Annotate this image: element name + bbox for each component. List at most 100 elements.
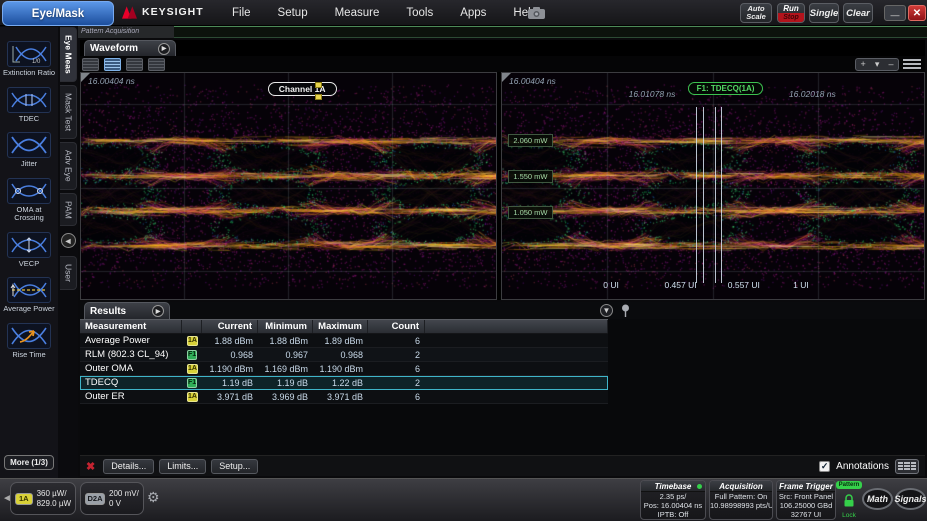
eye-diagram-tdecq[interactable] bbox=[502, 73, 924, 299]
timebase-panel[interactable]: Timebase 2.35 ps/ Pos: 16.00404 ns IPTB:… bbox=[640, 480, 706, 520]
row-max: 0.968 bbox=[313, 348, 368, 361]
sidebar-item-rise-time[interactable]: Rise Time bbox=[0, 323, 58, 360]
run-stop-button[interactable]: Run Stop bbox=[777, 3, 805, 23]
row-name: Outer OMA bbox=[80, 362, 182, 375]
tab-user[interactable]: User bbox=[60, 256, 77, 290]
col-source bbox=[182, 320, 202, 333]
math-button[interactable]: Math bbox=[862, 488, 893, 510]
menu-file[interactable]: File bbox=[232, 7, 251, 19]
table-row-outer-oma[interactable]: Outer OMA 1A 1.190 dBm 1.169 dBm 1.190 d… bbox=[80, 362, 608, 376]
table-row-outer-er[interactable]: Outer ER 1A 3.971 dB 3.969 dB 3.971 dB 6 bbox=[80, 390, 608, 404]
pattern-acquisition-strip: Pattern Acquisition bbox=[78, 26, 927, 38]
row-count: 2 bbox=[368, 348, 425, 361]
annotations-checkbox[interactable]: ✓ bbox=[819, 461, 830, 472]
pin-icon[interactable] bbox=[621, 304, 630, 317]
tab-adv-eye[interactable]: Adv Eye bbox=[60, 142, 77, 190]
layout-single-icon[interactable] bbox=[82, 58, 99, 71]
collapse-results-icon[interactable]: ▼ bbox=[600, 304, 613, 317]
zoom-control[interactable]: + ▾– bbox=[855, 58, 899, 71]
tdecq-window-line[interactable] bbox=[703, 107, 704, 283]
waveform-tab-label: Waveform bbox=[90, 43, 138, 54]
clear-button[interactable]: Clear bbox=[843, 3, 873, 23]
acquisition-pattern: Full Pattern: On bbox=[710, 492, 772, 501]
sidebar-item-oma-at-crossing[interactable]: OMA at Crossing bbox=[0, 178, 58, 223]
layout-split-icon[interactable] bbox=[104, 58, 121, 71]
single-button[interactable]: Single bbox=[809, 3, 839, 23]
acquisition-pts: 10.98998993 pts/UI bbox=[710, 501, 772, 510]
table-row-tdecq[interactable]: TDECQ F1 1.19 dB 1.19 dB 1.22 dB 2 bbox=[80, 376, 608, 390]
sidebar-item-jitter[interactable]: Jitter bbox=[0, 132, 58, 169]
sidebar-item-average-power[interactable]: Average Power bbox=[0, 277, 58, 314]
row-min: 1.19 dB bbox=[258, 376, 313, 389]
menu-measure[interactable]: Measure bbox=[335, 7, 380, 19]
gear-icon[interactable]: ⚙ bbox=[147, 489, 160, 506]
zoom-in-icon[interactable]: + bbox=[861, 59, 866, 69]
layout-grid-icon[interactable] bbox=[148, 58, 165, 71]
row-current: 1.19 dB bbox=[202, 376, 258, 389]
sidebar-item-extinction-ratio[interactable]: 1/0 Extinction Ratio bbox=[0, 41, 58, 78]
ui-axis-label-0: 0 UI bbox=[603, 280, 619, 290]
sidebar-item-tdec[interactable]: TDEC bbox=[0, 87, 58, 124]
waveform-display: 16.00404 ns Channel 1A 16.00404 ns 16.01… bbox=[80, 72, 925, 300]
tdecq-window-line[interactable] bbox=[715, 107, 716, 283]
tdecq-function-badge[interactable]: F1: TDECQ(1A) bbox=[688, 82, 764, 95]
marker-handle-icon[interactable] bbox=[315, 94, 322, 100]
layout-rows-icon[interactable] bbox=[126, 58, 143, 71]
brand-text: KEYSIGHT bbox=[142, 6, 204, 18]
results-tab-row: Results ▶ ▼ bbox=[80, 302, 925, 319]
collapse-sidebar-icon[interactable]: ◄ bbox=[61, 233, 76, 248]
threshold-level-2: 1.550 mW bbox=[508, 170, 552, 183]
table-row-average-power[interactable]: Average Power 1A 1.88 dBm 1.88 dBm 1.89 … bbox=[80, 334, 608, 348]
eye-pane-tdecq[interactable]: 16.00404 ns 16.01078 ns F1: TDECQ(1A) 16… bbox=[501, 72, 925, 300]
details-button[interactable]: Details... bbox=[103, 459, 154, 474]
menu-tools[interactable]: Tools bbox=[406, 7, 433, 19]
tdecq-window-line[interactable] bbox=[696, 107, 697, 283]
eye-diagram-channel-1a[interactable] bbox=[81, 73, 496, 299]
signals-button[interactable]: Signals bbox=[895, 488, 926, 510]
grid-view-icon[interactable] bbox=[895, 459, 919, 474]
frame-trigger-panel[interactable]: Frame Trigger Src: Front Panel 106.25000… bbox=[776, 480, 836, 520]
sidebar-item-vecp[interactable]: VECP bbox=[0, 232, 58, 269]
ui-axis-label-1: 1 UI bbox=[793, 280, 809, 290]
waveform-toolbar: + ▾– bbox=[80, 56, 925, 72]
zoom-out-icon[interactable]: – bbox=[888, 59, 893, 69]
channel-d2a-panel[interactable]: D2A 200 mV/0 V bbox=[80, 482, 144, 515]
channel-scale: 360 µW/ bbox=[37, 489, 67, 498]
close-button[interactable]: ✕ bbox=[908, 5, 926, 21]
results-tab-menu-icon[interactable]: ▶ bbox=[152, 305, 164, 317]
eye-mask-mode-button[interactable]: Eye/Mask bbox=[2, 1, 114, 26]
display-menu-icon[interactable] bbox=[903, 58, 921, 71]
remove-measurement-icon[interactable]: ✖ bbox=[86, 460, 95, 473]
stop-label: Stop bbox=[778, 13, 804, 22]
tdecq-window-line[interactable] bbox=[721, 107, 722, 283]
channel-1a-badge: 1A bbox=[15, 493, 33, 505]
limits-button[interactable]: Limits... bbox=[159, 459, 206, 474]
sidebar-label: Extinction Ratio bbox=[3, 69, 55, 78]
auto-scale-button[interactable]: Auto Scale bbox=[740, 3, 772, 23]
eye-pane-channel[interactable]: 16.00404 ns Channel 1A bbox=[80, 72, 497, 300]
row-max: 3.971 dB bbox=[313, 390, 368, 403]
screenshot-camera-icon[interactable] bbox=[528, 6, 545, 24]
marker-handle-icon[interactable] bbox=[315, 82, 322, 88]
waveform-tab-menu-icon[interactable]: ▶ bbox=[158, 43, 170, 55]
tab-pam[interactable]: PAM bbox=[60, 193, 77, 227]
results-tab[interactable]: Results ▶ bbox=[84, 302, 170, 319]
more-measurements-button[interactable]: More (1/3) bbox=[4, 455, 54, 470]
acquisition-panel[interactable]: Acquisition Full Pattern: On 10.98998993… bbox=[709, 480, 773, 520]
frame-trigger-ui: 32767 UI bbox=[777, 510, 835, 519]
channel-1a-badge[interactable]: Channel 1A bbox=[268, 82, 337, 96]
col-count: Count bbox=[368, 320, 425, 333]
minimize-button[interactable]: — bbox=[884, 5, 906, 21]
tab-mask-test[interactable]: Mask Test bbox=[60, 85, 77, 139]
table-row-rlm[interactable]: RLM (802.3 CL_94) F1 0.968 0.967 0.968 2 bbox=[80, 348, 608, 362]
zoom-marker-icon[interactable]: ▾ bbox=[875, 59, 880, 69]
menu-setup[interactable]: Setup bbox=[278, 7, 308, 19]
timebase-status-dot bbox=[697, 484, 702, 489]
waveform-tab[interactable]: Waveform ▶ bbox=[84, 40, 176, 56]
channel-1a-panel[interactable]: 1A 360 µW/829.0 µW bbox=[10, 482, 76, 515]
tab-eye-meas[interactable]: Eye Meas bbox=[60, 27, 77, 82]
extinction-ratio-icon: 1/0 bbox=[7, 41, 51, 67]
setup-button[interactable]: Setup... bbox=[211, 459, 258, 474]
pattern-signal-overview[interactable] bbox=[174, 26, 927, 38]
menu-apps[interactable]: Apps bbox=[460, 7, 486, 19]
